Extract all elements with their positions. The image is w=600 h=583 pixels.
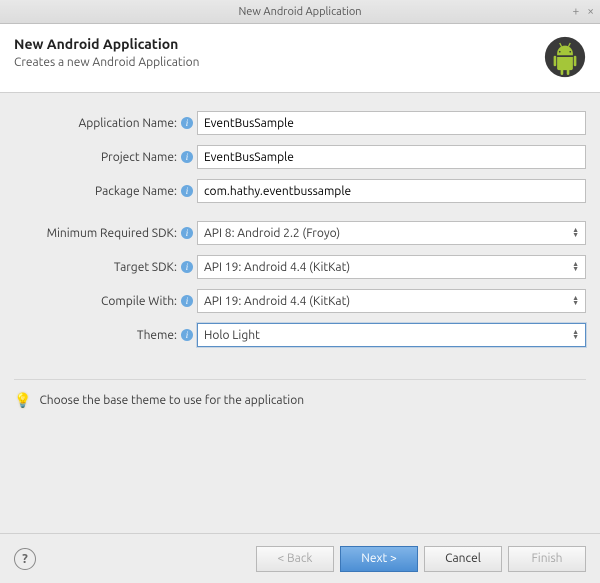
min-sdk-combo[interactable]: API 8: Android 2.2 (Froyo) ▲▼ bbox=[197, 221, 586, 245]
spinner-arrows-icon: ▲▼ bbox=[572, 296, 579, 306]
page-title: New Android Application bbox=[14, 36, 199, 52]
app-name-input[interactable] bbox=[197, 111, 586, 135]
min-sdk-label: Minimum Required SDK: bbox=[14, 227, 179, 240]
info-icon[interactable]: i bbox=[181, 295, 193, 307]
hint-bar: 💡 Choose the base theme to use for the a… bbox=[14, 379, 586, 409]
help-icon[interactable]: ? bbox=[14, 548, 36, 570]
titlebar: New Android Application + × bbox=[0, 0, 600, 24]
package-name-input[interactable] bbox=[197, 179, 586, 203]
minimize-icon[interactable]: + bbox=[572, 5, 579, 18]
back-button: < Back bbox=[256, 546, 334, 572]
spinner-arrows-icon: ▲▼ bbox=[572, 228, 579, 238]
compile-with-value: API 19: Android 4.4 (KitKat) bbox=[204, 295, 350, 308]
android-icon bbox=[544, 36, 586, 78]
theme-combo[interactable]: Holo Light ▲▼ bbox=[197, 323, 586, 347]
compile-with-label: Compile With: bbox=[14, 295, 179, 308]
finish-button: Finish bbox=[508, 546, 586, 572]
spinner-arrows-icon: ▲▼ bbox=[572, 262, 579, 272]
target-sdk-combo[interactable]: API 19: Android 4.4 (KitKat) ▲▼ bbox=[197, 255, 586, 279]
wizard-header: New Android Application Creates a new An… bbox=[0, 24, 600, 93]
min-sdk-value: API 8: Android 2.2 (Froyo) bbox=[204, 227, 340, 240]
project-name-input[interactable] bbox=[197, 145, 586, 169]
info-icon[interactable]: i bbox=[181, 151, 193, 163]
info-icon[interactable]: i bbox=[181, 185, 193, 197]
footer: ? < Back Next > Cancel Finish bbox=[0, 533, 600, 583]
target-sdk-label: Target SDK: bbox=[14, 261, 179, 274]
theme-value: Holo Light bbox=[204, 329, 260, 342]
cancel-button[interactable]: Cancel bbox=[424, 546, 502, 572]
info-icon[interactable]: i bbox=[181, 329, 193, 341]
package-name-label: Package Name: bbox=[14, 185, 179, 198]
window-title: New Android Application bbox=[238, 6, 361, 18]
target-sdk-value: API 19: Android 4.4 (KitKat) bbox=[204, 261, 350, 274]
info-icon[interactable]: i bbox=[181, 117, 193, 129]
theme-label: Theme: bbox=[14, 329, 179, 342]
lightbulb-icon: 💡 bbox=[14, 392, 31, 409]
spinner-arrows-icon: ▲▼ bbox=[572, 330, 579, 340]
info-icon[interactable]: i bbox=[181, 261, 193, 273]
app-name-label: Application Name: bbox=[14, 117, 179, 130]
next-button[interactable]: Next > bbox=[340, 546, 418, 572]
close-icon[interactable]: × bbox=[587, 5, 594, 18]
project-name-label: Project Name: bbox=[14, 151, 179, 164]
page-subtitle: Creates a new Android Application bbox=[14, 56, 199, 69]
compile-with-combo[interactable]: API 19: Android 4.4 (KitKat) ▲▼ bbox=[197, 289, 586, 313]
form-area: Application Name: i Project Name: i Pack… bbox=[0, 93, 600, 363]
info-icon[interactable]: i bbox=[181, 227, 193, 239]
hint-text: Choose the base theme to use for the app… bbox=[39, 394, 304, 407]
